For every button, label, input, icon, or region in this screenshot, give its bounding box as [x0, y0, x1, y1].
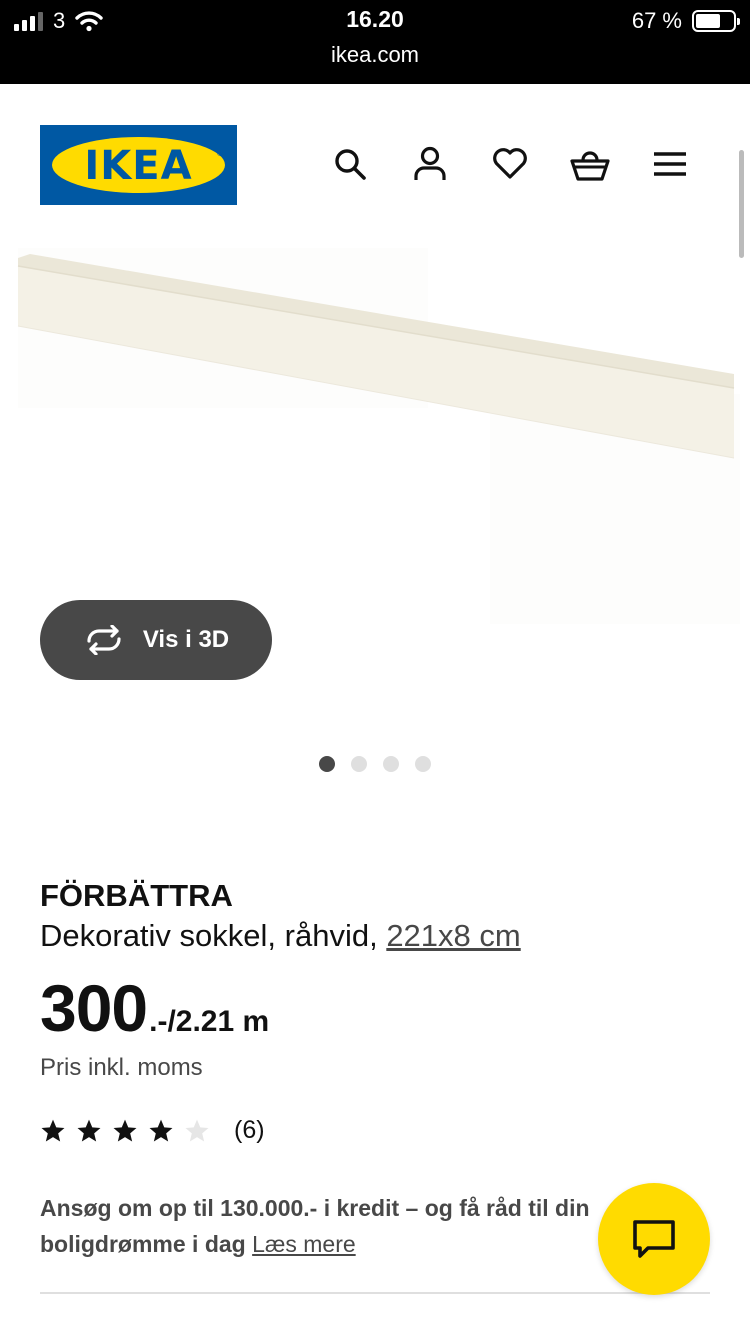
product-description: Dekorativ sokkel, råhvid, 221x8 cm — [40, 918, 521, 954]
read-more-link[interactable]: Læs mere — [252, 1231, 356, 1257]
review-count: (6) — [234, 1116, 265, 1144]
product-image[interactable] — [0, 244, 750, 644]
price-value: 300 — [40, 971, 148, 1045]
heart-icon[interactable] — [490, 144, 530, 184]
product-size-link[interactable]: 221x8 cm — [386, 918, 520, 953]
basket-icon[interactable] — [570, 144, 610, 184]
scrollbar[interactable] — [739, 150, 744, 258]
gallery-dot-2[interactable] — [351, 756, 367, 772]
star-empty-icon — [185, 1119, 209, 1142]
logo-mark: ® — [217, 149, 223, 158]
gallery-dot-3[interactable] — [383, 756, 399, 772]
gallery-dot-1[interactable] — [319, 756, 335, 772]
chat-icon — [633, 1220, 675, 1258]
address-bar-url[interactable]: ikea.com — [0, 42, 750, 68]
divider — [40, 1292, 710, 1294]
price-unit: .-/2.21 m — [149, 1005, 270, 1038]
vat-note: Pris inkl. moms — [40, 1054, 203, 1081]
ikea-logo[interactable]: IKEA ® — [40, 125, 237, 205]
gallery-pagination — [0, 756, 750, 772]
star-icon — [149, 1119, 173, 1142]
status-bar: 3 16.20 ikea.com 67 % — [0, 0, 750, 84]
site-header: IKEA ® — [0, 84, 750, 244]
product-price: 300 .-/2.21 m — [40, 970, 269, 1046]
star-icon — [113, 1119, 137, 1142]
plinth-image — [17, 248, 740, 624]
status-right: 67 % — [631, 8, 740, 34]
product-page: 3 16.20 ikea.com 67 % IKEA ® Vis i 3D FÖ… — [0, 0, 750, 1334]
menu-icon[interactable] — [650, 144, 690, 184]
logo-text: IKEA — [84, 143, 193, 189]
star-icon — [41, 1119, 65, 1142]
battery-percent: 67 % — [631, 8, 682, 33]
battery-icon — [692, 10, 740, 32]
product-description-text: Dekorativ sokkel, råhvid, — [40, 918, 378, 953]
account-icon[interactable] — [410, 144, 450, 184]
search-icon[interactable] — [330, 144, 370, 184]
rotate-3d-icon — [87, 625, 121, 655]
product-rating[interactable]: (6) — [40, 1116, 265, 1145]
gallery-dot-4[interactable] — [415, 756, 431, 772]
view-in-3d-label: Vis i 3D — [142, 626, 230, 653]
product-name: FÖRBÄTTRA — [40, 878, 233, 913]
star-icon — [77, 1119, 101, 1142]
view-in-3d-button[interactable]: Vis i 3D — [40, 600, 272, 680]
chat-button[interactable] — [598, 1183, 710, 1295]
